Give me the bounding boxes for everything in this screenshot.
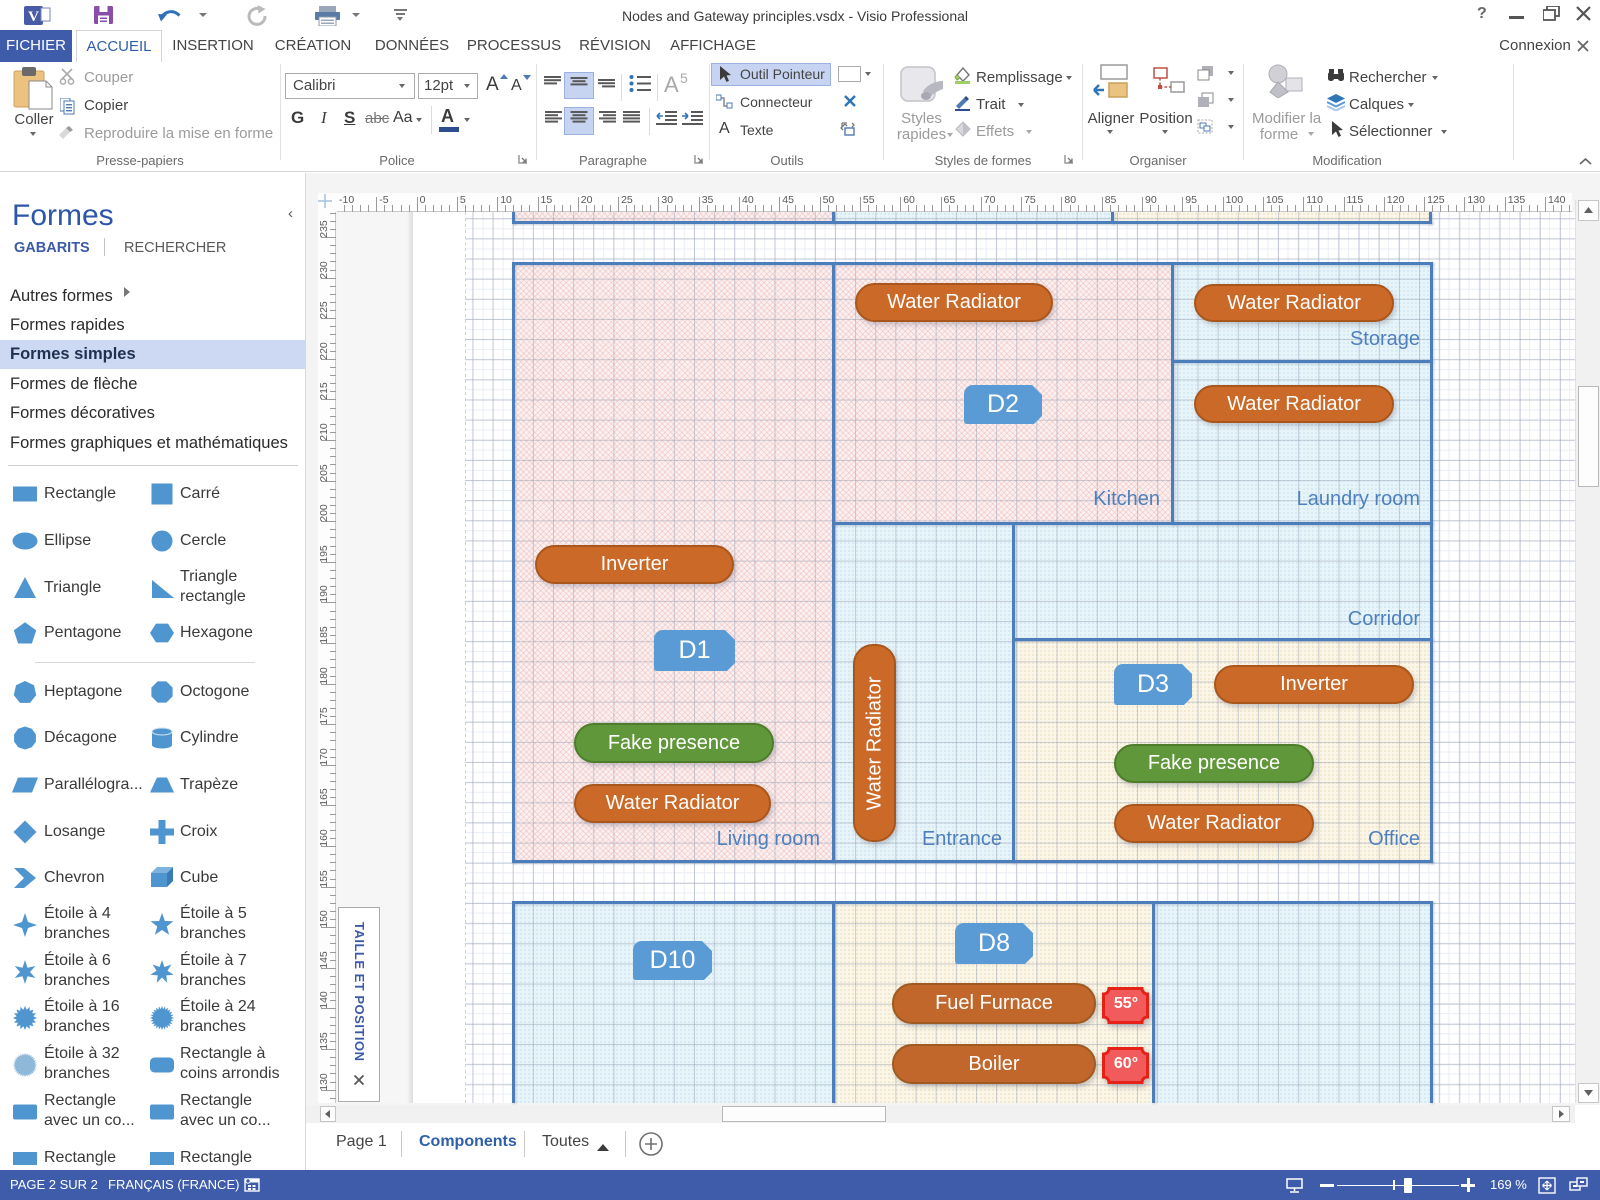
svg-text:V: V [28, 9, 39, 25]
